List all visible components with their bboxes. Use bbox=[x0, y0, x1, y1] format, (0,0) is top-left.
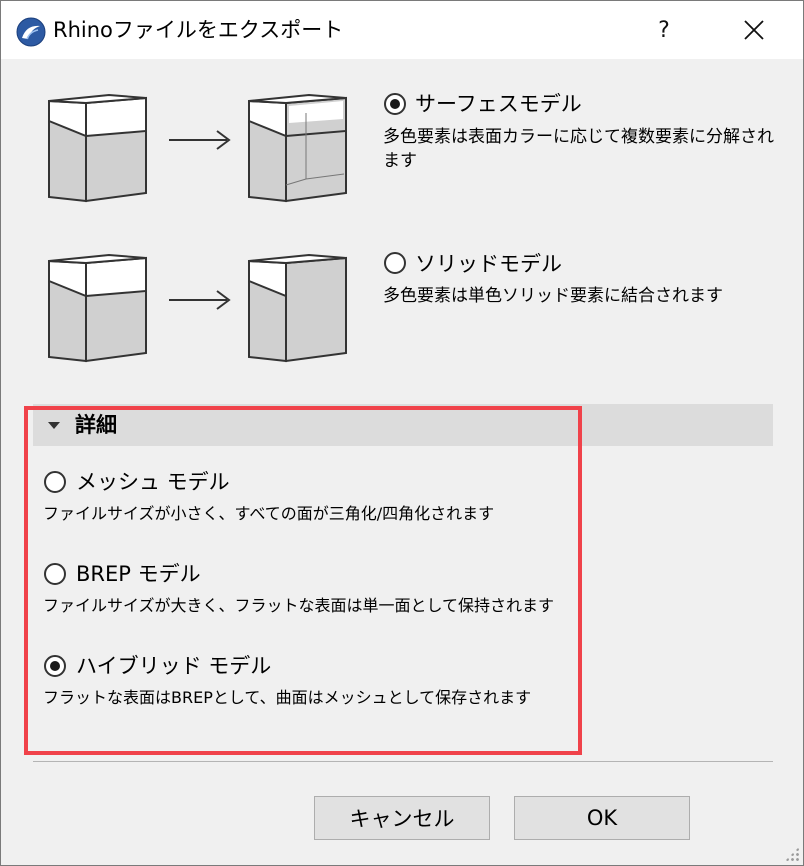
title-bar: Rhinoファイルをエクスポート ? bbox=[1, 1, 803, 59]
surface-model-radio[interactable] bbox=[384, 93, 406, 115]
solid-model-label: ソリッドモデル bbox=[415, 252, 562, 276]
button-separator bbox=[33, 761, 773, 762]
solid-model-illustration bbox=[48, 253, 347, 363]
rhino-app-icon bbox=[16, 17, 46, 47]
cancel-button[interactable]: キャンセル bbox=[314, 796, 490, 840]
resize-grip-icon[interactable] bbox=[785, 847, 799, 861]
solid-model-radio[interactable] bbox=[384, 252, 406, 274]
ok-button[interactable]: OK bbox=[514, 796, 690, 840]
highlight-annotation-box bbox=[24, 406, 582, 755]
surface-model-description: 多色要素は表面カラーに応じて複数要素に分解されます bbox=[383, 127, 774, 171]
surface-model-label: サーフェスモデル bbox=[415, 92, 582, 116]
close-button[interactable] bbox=[731, 7, 777, 53]
radio-selected-dot bbox=[390, 99, 400, 109]
surface-model-illustration bbox=[48, 93, 347, 203]
close-icon bbox=[744, 20, 764, 40]
window-title: Rhinoファイルをエクスポート bbox=[53, 18, 344, 42]
export-dialog: Rhinoファイルをエクスポート ? サーフェスモデル 多色要素は表面カラーに応… bbox=[0, 0, 804, 866]
help-button[interactable]: ? bbox=[641, 7, 687, 53]
solid-model-description: 多色要素は単色ソリッド要素に結合されます bbox=[383, 286, 723, 306]
